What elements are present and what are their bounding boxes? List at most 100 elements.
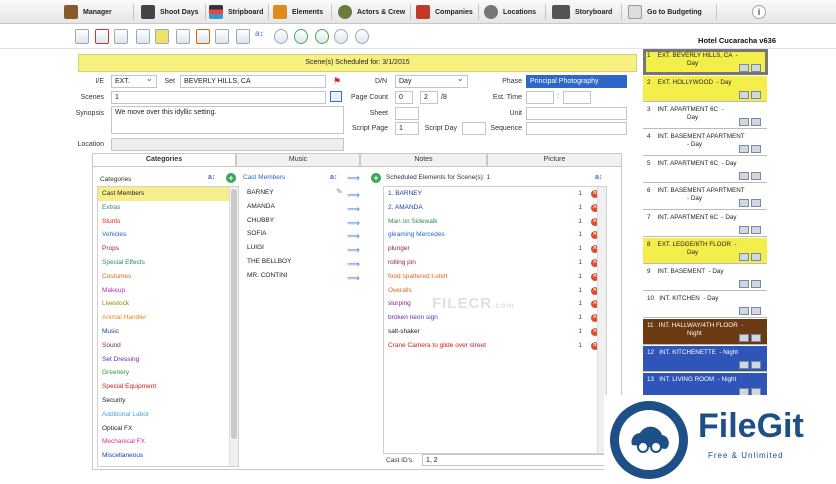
- strip-item[interactable]: 8 EXT. LEDGE/6TH FLOOR - Day: [643, 238, 767, 264]
- category-item[interactable]: Set Dressing: [98, 353, 238, 367]
- scheduled-element-item[interactable]: rolling pin 1: [384, 256, 606, 270]
- est-time-hours[interactable]: [526, 91, 554, 104]
- sort-icon[interactable]: a↕: [255, 29, 269, 44]
- category-item[interactable]: Additional Labor: [98, 408, 238, 422]
- menu-go-to-budgeting[interactable]: Go to Budgeting: [628, 3, 702, 21]
- category-item[interactable]: Makeup: [98, 284, 238, 298]
- page-count-eighths[interactable]: 2: [420, 91, 438, 104]
- flag-icon[interactable]: ⚑: [333, 76, 341, 87]
- scheduled-element-item[interactable]: salt-shaker 1: [384, 325, 606, 339]
- grid-icon[interactable]: [215, 29, 229, 44]
- category-item[interactable]: Stunts: [98, 215, 238, 229]
- strip-item[interactable]: 10 INT. KITCHEN - Day: [643, 292, 767, 318]
- categories-scrollbar[interactable]: [229, 187, 238, 466]
- category-item[interactable]: Mechanical FX: [98, 435, 238, 449]
- script-page-field[interactable]: 1: [395, 122, 419, 135]
- strip-item[interactable]: 1 EXT. BEVERLY HILLS, CA - Day: [643, 49, 767, 75]
- ie-select[interactable]: EXT.: [111, 75, 157, 88]
- unit-field[interactable]: [526, 107, 627, 120]
- category-item[interactable]: Costumes: [98, 270, 238, 284]
- cast-member-item[interactable]: LUIGI: [243, 241, 362, 255]
- calendar-icon[interactable]: [330, 91, 342, 102]
- category-item[interactable]: Optical FX: [98, 422, 238, 436]
- scheduled-element-item[interactable]: 1. BARNEY 1: [384, 187, 606, 201]
- sync-icon[interactable]: [355, 29, 369, 44]
- add-to-scene-arrow-icon[interactable]: ⟹: [347, 273, 363, 282]
- tab-categories[interactable]: Categories: [92, 153, 236, 166]
- category-item[interactable]: Animal Handler: [98, 311, 238, 325]
- location-field[interactable]: [111, 138, 344, 151]
- scheduled-element-item[interactable]: Man on Sidewalk 1: [384, 215, 606, 229]
- page-count-whole[interactable]: 0: [395, 91, 413, 104]
- cast-member-item[interactable]: MR. CONTINI: [243, 269, 362, 283]
- strip-item[interactable]: 5 INT. APARTMENT 6C - Day: [643, 157, 767, 183]
- menu-locations[interactable]: Locations: [484, 3, 536, 21]
- cast-member-item[interactable]: CHUBBY: [243, 214, 362, 228]
- cloud-icon[interactable]: [274, 29, 288, 44]
- set-field[interactable]: BEVERLY HILLS, CA: [180, 75, 326, 88]
- sheet-field[interactable]: [395, 107, 419, 120]
- sort-elements-icon[interactable]: a↕: [595, 174, 602, 181]
- add-to-scene-arrow-icon[interactable]: ⟹: [347, 204, 363, 213]
- menu-companies[interactable]: Companies: [416, 3, 473, 21]
- strip-item[interactable]: 3 INT. APARTMENT 6C - Day: [643, 103, 767, 129]
- strip-item[interactable]: 4 INT. BASEMENT APARTMENT - Day: [643, 130, 767, 156]
- report-icon[interactable]: [196, 29, 210, 44]
- zoom-out-icon[interactable]: [315, 29, 329, 44]
- export-icon[interactable]: [176, 29, 190, 44]
- menu-storyboard[interactable]: Storyboard: [552, 3, 612, 21]
- add-to-scene-arrow-icon[interactable]: ⟹: [347, 246, 363, 255]
- cast-member-item[interactable]: SOFIA: [243, 227, 362, 241]
- menu-manager[interactable]: Manager: [64, 3, 112, 21]
- phase-select[interactable]: Principal Photography: [526, 75, 627, 88]
- category-item[interactable]: Special Equipment: [98, 380, 238, 394]
- scheduled-element-item[interactable]: broken neon sign 1: [384, 311, 606, 325]
- add-scene-icon[interactable]: [75, 29, 89, 44]
- add-to-scene-arrow-icon[interactable]: ⟹: [347, 232, 363, 241]
- add-to-scene-arrow-icon[interactable]: ⟹: [347, 191, 363, 200]
- strip-item[interactable]: 11 INT. HALLWAY/4TH FLOOR - Night: [643, 319, 767, 345]
- tab-notes[interactable]: Notes: [360, 153, 487, 166]
- add-category-icon[interactable]: +: [226, 173, 236, 183]
- scheduled-element-item[interactable]: 2. AMANDA 1: [384, 201, 606, 215]
- zoom-in-icon[interactable]: [294, 29, 308, 44]
- cast-member-item[interactable]: AMANDA: [243, 200, 362, 214]
- print-icon[interactable]: [136, 29, 150, 44]
- strip-item[interactable]: 6 INT. BASEMENT APARTMENT - Day: [643, 184, 767, 210]
- scheduled-element-item[interactable]: plunger 1: [384, 242, 606, 256]
- category-item[interactable]: Extras: [98, 201, 238, 215]
- cast-member-item[interactable]: THE BELLBOY: [243, 255, 362, 269]
- refresh-icon[interactable]: [334, 29, 348, 44]
- add-to-scene-arrow-icon[interactable]: ⟹: [347, 218, 363, 227]
- sort-cast-icon[interactable]: a↕: [330, 174, 337, 181]
- edit-pencil-icon[interactable]: ✎: [336, 187, 343, 196]
- add-to-scene-arrow-icon[interactable]: ⟹: [347, 260, 363, 269]
- category-item[interactable]: Cast Members: [98, 187, 238, 201]
- scheduled-element-item[interactable]: gleaming Mercedes 1: [384, 228, 606, 242]
- add-element-icon[interactable]: +: [371, 173, 381, 183]
- scheduled-element-item[interactable]: Crane Camera to glide over street 1: [384, 339, 606, 353]
- tab-picture[interactable]: Picture: [487, 153, 622, 166]
- strip-item[interactable]: 2 EXT. HOLLYWOOD - Day: [643, 76, 767, 102]
- category-item[interactable]: Vehicles: [98, 228, 238, 242]
- menu-actors-crew[interactable]: Actors & Crew: [338, 3, 405, 21]
- category-item[interactable]: Sound: [98, 339, 238, 353]
- strike-icon[interactable]: [236, 29, 250, 44]
- est-time-minutes[interactable]: [563, 91, 591, 104]
- category-item[interactable]: Miscellaneous: [98, 449, 238, 463]
- synopsis-field[interactable]: We move over this idyllic setting.: [111, 106, 344, 134]
- scenes-field[interactable]: 1: [111, 91, 326, 104]
- category-item[interactable]: Special Effects: [98, 256, 238, 270]
- category-item[interactable]: Props: [98, 242, 238, 256]
- cast-ids-field[interactable]: 1, 2: [422, 454, 607, 466]
- category-item[interactable]: Livestock: [98, 297, 238, 311]
- note-icon[interactable]: [155, 29, 169, 44]
- scheduled-element-item[interactable]: food spattered t-shirt 1: [384, 270, 606, 284]
- move-all-arrow-icon[interactable]: ⟹: [347, 173, 360, 184]
- menu-shoot-days[interactable]: Shoot Days: [141, 3, 199, 21]
- cast-member-item[interactable]: BARNEY: [243, 186, 362, 200]
- menu-stripboard[interactable]: Stripboard: [209, 3, 263, 21]
- sequence-field[interactable]: [526, 122, 627, 135]
- delete-scene-icon[interactable]: [95, 29, 109, 44]
- category-item[interactable]: Greenery: [98, 366, 238, 380]
